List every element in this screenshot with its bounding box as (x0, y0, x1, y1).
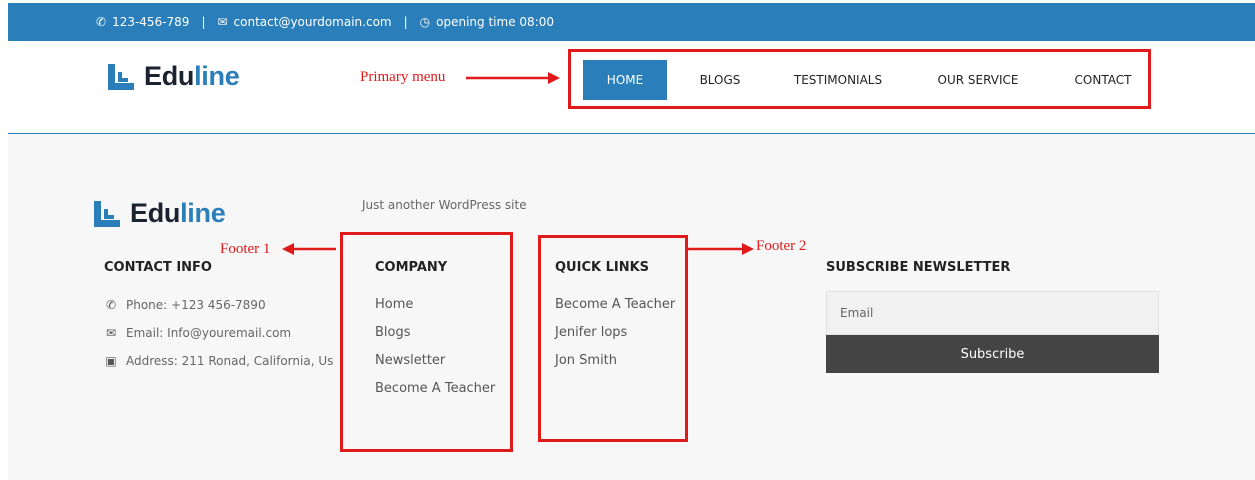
company-link-newsletter[interactable]: Newsletter (375, 353, 445, 368)
contact-info-title: CONTACT INFO (104, 260, 212, 275)
quick-link-jenifer-lops[interactable]: Jenifer lops (555, 325, 627, 340)
quick-link-jon-smith[interactable]: Jon Smith (555, 353, 617, 368)
annotation-primary-menu: Primary menu (360, 69, 446, 85)
site-logo[interactable]: Eduline (108, 61, 240, 92)
page: ✆ 123-456-789 | ✉ contact@yourdomain.com… (8, 3, 1255, 480)
nav-item-blogs[interactable]: BLOGS (699, 60, 741, 100)
topbar-phone: 123-456-789 (112, 15, 190, 29)
annotation-footer-1: Footer 1 (220, 241, 271, 257)
topbar-hours: opening time 08:00 (436, 15, 554, 29)
phone-icon: ✆ (105, 298, 117, 312)
contact-address-text: Address: 211 Ronad, California, Us (126, 354, 334, 368)
nav-item-our-service[interactable]: OUR SERVICE (937, 60, 1019, 100)
quick-link-become-teacher[interactable]: Become A Teacher (555, 297, 675, 312)
topbar-email[interactable]: contact@yourdomain.com (234, 15, 392, 29)
contact-address: ▣ Address: 211 Ronad, California, Us (104, 354, 333, 368)
annotation-footer-2: Footer 2 (756, 238, 807, 254)
contact-phone-text: Phone: +123 456-7890 (126, 298, 266, 312)
company-link-home[interactable]: Home (375, 297, 413, 312)
envelope-icon: ✉ (217, 15, 228, 29)
nav-item-contact[interactable]: CONTACT (1071, 60, 1135, 100)
logo-mark-icon (94, 200, 120, 227)
logo-text: Eduline (130, 198, 226, 228)
site-tagline: Just another WordPress site (362, 198, 527, 212)
phone-icon: ✆ (96, 15, 107, 29)
envelope-icon: ✉ (105, 326, 117, 340)
newsletter-title: SUBSCRIBE NEWSLETTER (826, 260, 1011, 275)
topbar-separator: | (403, 15, 408, 29)
logo-mark-icon (108, 63, 134, 90)
site-header: Eduline Primary menu HOME BLOGS TESTIMON… (8, 41, 1255, 134)
contact-email: ✉ Email: Info@youremail.com (104, 326, 291, 340)
top-info-bar: ✆ 123-456-789 | ✉ contact@yourdomain.com… (8, 3, 1255, 41)
primary-menu: HOME BLOGS TESTIMONIALS OUR SERVICE CONT… (583, 60, 1135, 100)
company-title: COMPANY (375, 260, 448, 275)
newsletter-email-input[interactable] (826, 291, 1159, 335)
map-icon: ▣ (105, 354, 117, 368)
clock-icon: ◷ (419, 15, 431, 29)
company-link-become-teacher[interactable]: Become A Teacher (375, 381, 495, 396)
footer-logo[interactable]: Eduline (94, 198, 226, 229)
topbar-separator: | (201, 15, 206, 29)
contact-email-text: Email: Info@youremail.com (126, 326, 292, 340)
logo-text: Eduline (144, 61, 240, 91)
quick-links-title: QUICK LINKS (555, 260, 650, 275)
subscribe-button[interactable]: Subscribe (826, 335, 1159, 373)
nav-item-home[interactable]: HOME (583, 60, 667, 100)
company-link-blogs[interactable]: Blogs (375, 325, 411, 340)
nav-item-testimonials[interactable]: TESTIMONIALS (793, 60, 883, 100)
contact-phone: ✆ Phone: +123 456-7890 (104, 298, 266, 312)
